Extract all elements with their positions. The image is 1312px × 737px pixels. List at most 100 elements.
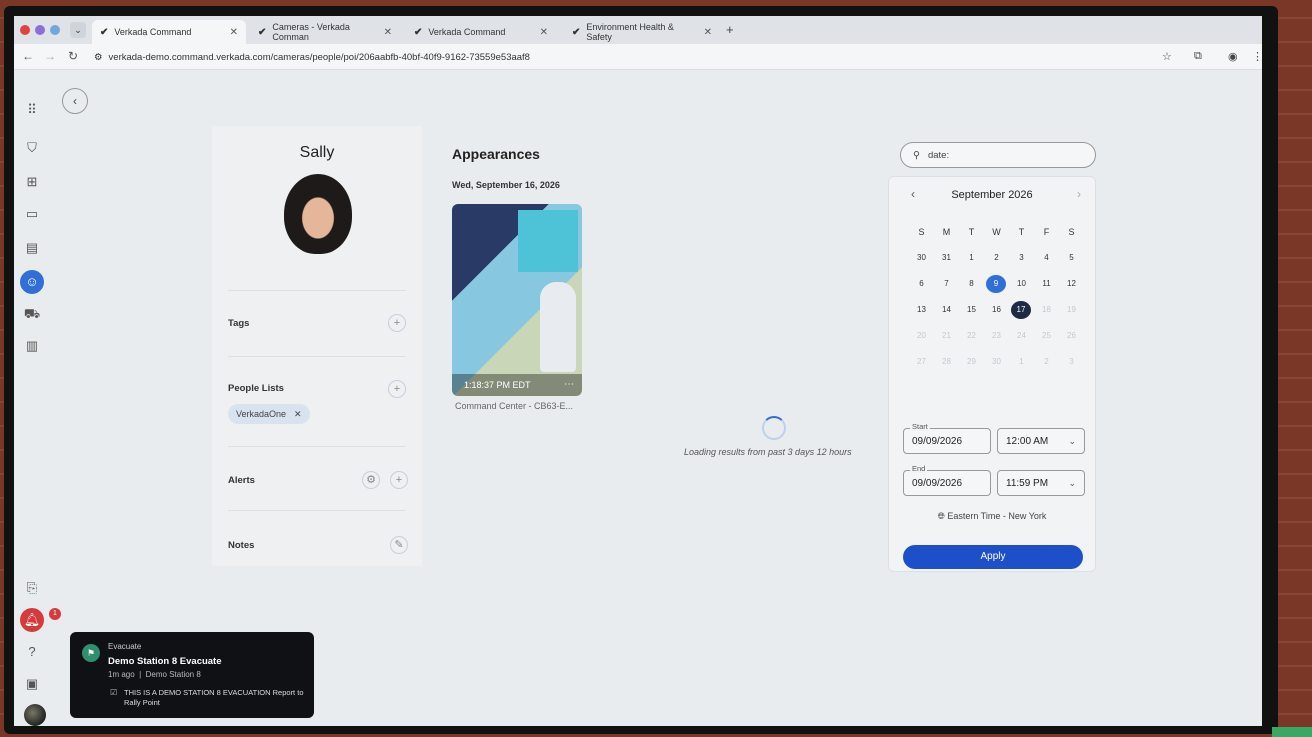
person-photo	[284, 174, 352, 254]
calendar-day[interactable]: 8	[959, 275, 984, 293]
next-month-icon[interactable]: ›	[1077, 187, 1081, 201]
calendar-day[interactable]: 10	[1009, 275, 1034, 293]
app-grid-icon[interactable]: ⠿	[22, 100, 42, 120]
browser-menu-icon[interactable]: ⋮	[1252, 50, 1262, 63]
start-date-field[interactable]: Start 09/09/2026	[903, 422, 991, 454]
site-info-icon[interactable]: ⚙	[94, 52, 103, 63]
calendar-day-today[interactable]: 17	[1011, 301, 1031, 319]
report-icon: ☑	[110, 688, 118, 697]
close-tab-icon[interactable]: ✕	[230, 27, 238, 38]
add-alert-button[interactable]: +	[390, 471, 408, 489]
close-tab-icon[interactable]: ✕	[540, 27, 548, 38]
forward-arrow-icon[interactable]: →	[44, 49, 56, 63]
timezone-selector[interactable]: 🌐︎ Eastern Time - New York	[889, 511, 1095, 522]
start-time-value: 12:00 AM	[1006, 435, 1049, 447]
weekday-label: S	[918, 227, 925, 237]
end-time-select[interactable]: 11:59 PM ⌄	[997, 470, 1085, 496]
calendar-day[interactable]: 15	[959, 301, 984, 319]
calendar-day[interactable]: 2	[984, 249, 1009, 267]
add-people-list-button[interactable]: +	[388, 380, 406, 398]
calendar-day[interactable]: 5	[1059, 249, 1084, 267]
appearance-thumbnail[interactable]: 1:18:37 PM EDT ⋯	[452, 204, 582, 396]
end-time-value: 11:59 PM	[1006, 477, 1049, 489]
document-icon[interactable]: ⎘	[22, 578, 42, 598]
alert-settings-button[interactable]: ⚙	[362, 471, 380, 489]
edit-notes-button[interactable]: ✎	[390, 536, 408, 554]
window-controls	[20, 25, 60, 35]
notification-place: Demo Station 8	[145, 670, 201, 679]
calendar-day[interactable]: 3	[1009, 249, 1034, 267]
reload-icon[interactable]: ↻	[68, 49, 78, 63]
search-bar[interactable]: ⚲	[900, 142, 1096, 168]
tab-cameras[interactable]: ✔ Cameras - Verkada Comman ✕	[250, 20, 400, 44]
briefcase-icon[interactable]: ▣	[22, 674, 42, 694]
calendar-day[interactable]: 7	[934, 275, 959, 293]
calendar-day[interactable]: 11	[1034, 275, 1059, 293]
cameras-icon[interactable]: ⊞	[22, 172, 42, 192]
close-tab-icon[interactable]: ✕	[384, 27, 392, 38]
calendar-day[interactable]: 6	[909, 275, 934, 293]
calendar-day-disabled: 22	[967, 331, 976, 340]
help-icon[interactable]: ?	[22, 642, 42, 662]
calendar-day-disabled: 20	[917, 331, 926, 340]
close-window-icon[interactable]	[20, 25, 30, 35]
calendar-day-disabled: 1	[1019, 357, 1024, 366]
extensions-icon[interactable]: ⧉	[1194, 50, 1202, 63]
remove-chip-icon[interactable]: ✕	[294, 409, 302, 420]
calendar-day-disabled: 18	[1042, 305, 1051, 314]
back-arrow-icon[interactable]: ←	[22, 49, 34, 63]
calendar-day[interactable]: 1	[959, 249, 984, 267]
bookmark-star-icon[interactable]: ☆	[1162, 50, 1172, 63]
calendar-day[interactable]: 14	[934, 301, 959, 319]
thumbnail-more-icon[interactable]: ⋯	[564, 379, 574, 390]
maximize-window-icon[interactable]	[50, 25, 60, 35]
back-button[interactable]: ‹	[62, 88, 88, 114]
tab-search-icon[interactable]: ⌄	[70, 22, 86, 38]
vehicles-icon[interactable]: ⛟	[22, 304, 42, 324]
weekday-label: M	[942, 227, 951, 237]
calendar-day[interactable]: 13	[909, 301, 934, 319]
divider	[228, 446, 406, 447]
end-label: End	[910, 464, 928, 473]
access-icon[interactable]: ⛉	[22, 138, 42, 158]
reports-icon[interactable]: ▤	[22, 238, 42, 258]
calendar-day-disabled: 27	[917, 357, 926, 366]
start-time-select[interactable]: 12:00 AM ⌄	[997, 428, 1085, 454]
evacuate-notification[interactable]: ⚑ Evacuate Demo Station 8 Evacuate 1m ag…	[70, 632, 314, 718]
calendar-grid: S M T W T F S 30 31 1 2 3 4 5 6 7 8 9 10…	[909, 223, 1085, 371]
search-icon: ⚲	[913, 149, 920, 161]
profile-icon[interactable]: ◉	[1228, 50, 1238, 63]
divider	[228, 510, 406, 511]
chip-label: VerkadaOne	[236, 409, 287, 419]
search-input[interactable]	[927, 149, 1068, 161]
calendar-day-disabled: 28	[942, 357, 951, 366]
user-avatar[interactable]	[24, 704, 46, 726]
apply-button[interactable]: Apply	[903, 545, 1083, 569]
new-tab-icon[interactable]: +	[726, 22, 734, 37]
end-date-field[interactable]: End 09/09/2026	[903, 464, 991, 496]
tab-verkada-command[interactable]: ✔ Verkada Command ✕	[92, 20, 246, 44]
notifications-bell-icon[interactable]: 🔔︎ 1	[20, 608, 61, 632]
chevron-down-icon: ⌄	[1068, 435, 1076, 446]
people-icon[interactable]: ☺	[20, 270, 44, 294]
close-tab-icon[interactable]: ✕	[704, 27, 712, 38]
calendar-day-disabled: 23	[992, 331, 1001, 340]
tab-ehs[interactable]: ✔ Environment Health & Safety ✕	[564, 20, 720, 44]
tab-label: Verkada Command	[428, 27, 506, 37]
start-date-value: 09/09/2026	[912, 435, 963, 447]
url-field[interactable]: ⚙ verkada-demo.command.verkada.com/camer…	[94, 49, 1164, 66]
archive-icon[interactable]: ▭	[22, 204, 42, 224]
calendar-day[interactable]: 31	[934, 249, 959, 267]
calendar-day[interactable]: 30	[909, 249, 934, 267]
calendar-day[interactable]: 16	[984, 301, 1009, 319]
calendar-day-disabled: 3	[1069, 357, 1074, 366]
calendar-day[interactable]: 12	[1059, 275, 1084, 293]
calendar-day[interactable]: 4	[1034, 249, 1059, 267]
thumbnail-display	[518, 210, 578, 272]
minimize-window-icon[interactable]	[35, 25, 45, 35]
add-tag-button[interactable]: +	[388, 314, 406, 332]
calendar-day-selected[interactable]: 9	[986, 275, 1006, 293]
calendar-day-disabled: 30	[992, 357, 1001, 366]
tab-verkada-command-2[interactable]: ✔ Verkada Command ✕	[406, 20, 556, 44]
analytics-icon[interactable]: ▥	[22, 336, 42, 356]
